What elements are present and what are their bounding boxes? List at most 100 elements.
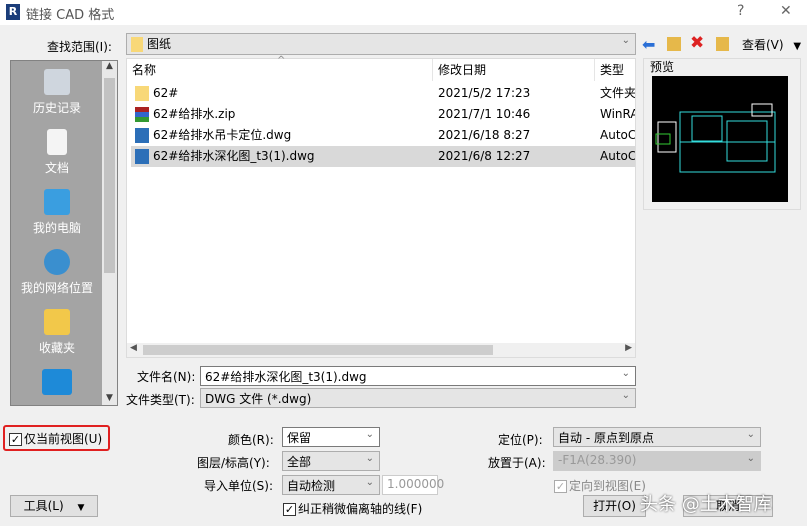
cad-drawing-thumbnail [655, 103, 776, 173]
preview-label: 预览 [650, 60, 675, 74]
window-title: 链接 CAD 格式 [26, 8, 115, 23]
sort-up-icon: ^ [277, 55, 286, 66]
file-name-text: 62#给排水.zip [153, 107, 236, 121]
scroll-down-icon[interactable]: ▼ [102, 393, 117, 403]
scroll-left-icon[interactable]: ◀ [130, 343, 137, 353]
layer-value: 全部 [287, 455, 312, 469]
caret-down-icon: ▼ [793, 41, 802, 52]
file-date: 2021/6/18 8:27 [438, 128, 531, 142]
sidebar-item-network[interactable]: 我的网络位置 [11, 249, 103, 296]
open-button[interactable]: 打开(O) [583, 495, 646, 517]
chevron-down-icon: ⌄ [621, 35, 630, 46]
sidebar-item-favorites[interactable]: 收藏夹 [11, 309, 103, 356]
file-date: 2021/7/1 10:46 [438, 107, 531, 121]
position-value: 自动 - 原点到原点 [558, 431, 654, 445]
position-dropdown[interactable]: 自动 - 原点到原点 ⌄ [553, 427, 761, 447]
chevron-down-icon[interactable]: ⌄ [622, 368, 630, 379]
filename-label: 文件名(N): [137, 370, 196, 384]
tools-button[interactable]: 工具(L) ▼ [10, 495, 98, 517]
file-type: AutoCAD [600, 128, 635, 142]
preview-image [652, 76, 788, 202]
filename-value: 62#给排水深化图_t3(1).dwg [205, 370, 367, 384]
up-folder-icon[interactable] [667, 37, 681, 51]
file-row[interactable]: 62#给排水深化图_t3(1).dwg 2021/6/8 12:27 AutoC… [131, 146, 635, 167]
file-type: AutoCAD [600, 149, 635, 163]
caret-down-icon: ▼ [77, 503, 85, 513]
close-button[interactable]: ✕ [780, 3, 792, 19]
chevron-down-icon: ⌄ [746, 453, 755, 464]
view-label: 查看(V) [742, 38, 784, 52]
sidebar-item-documents[interactable]: 文档 [11, 129, 103, 176]
checkbox-checked-icon: ✓ [9, 433, 22, 446]
sidebar-item-history[interactable]: 历史记录 [11, 69, 103, 116]
units-dropdown[interactable]: 自动检测 ⌄ [282, 475, 380, 495]
new-folder-icon[interactable] [716, 37, 729, 51]
watermark: 头条 @土木智库 [640, 494, 772, 515]
units-label: 导入单位(S): [204, 479, 274, 493]
horizontal-scrollbar[interactable]: ◀ ▶ [127, 343, 635, 357]
color-dropdown[interactable]: 保留 ⌄ [282, 427, 380, 447]
document-icon [47, 129, 67, 155]
delete-icon[interactable]: ✖ [690, 33, 704, 53]
file-name: 62#给排水深化图_t3(1).dwg [135, 146, 435, 167]
lookin-dropdown[interactable]: 图纸 ⌄ [126, 33, 636, 55]
file-row[interactable]: 62#给排水吊卡定位.dwg 2021/6/18 8:27 AutoCAD [131, 125, 635, 146]
folder-icon [135, 86, 149, 101]
chevron-down-icon: ⌄ [365, 477, 374, 488]
scroll-right-icon[interactable]: ▶ [625, 343, 632, 353]
correct-lines-label: 纠正稍微偏离轴的线(F) [298, 502, 423, 516]
place-label: 放置于(A): [488, 456, 546, 470]
current-view-checkbox[interactable]: ✓ 仅当前视图(U) [3, 425, 110, 451]
layer-label: 图层/标高(Y): [197, 456, 270, 470]
units-value: 自动检测 [287, 479, 336, 493]
file-date: 2021/5/2 17:23 [438, 86, 531, 100]
app-logo-icon: R [6, 4, 20, 20]
file-row[interactable]: 62#给排水.zip 2021/7/1 10:46 WinRAR [131, 104, 635, 125]
file-type: WinRAR [600, 107, 635, 121]
layer-dropdown[interactable]: 全部 ⌄ [282, 451, 380, 471]
folder-icon [131, 37, 143, 52]
sidebar-item-computer[interactable]: 我的电脑 [11, 189, 103, 236]
file-date: 2021/6/8 12:27 [438, 149, 531, 163]
lookin-value: 图纸 [147, 37, 172, 51]
file-list: 名称 ^ 修改日期 类型 62# 2021/5/2 17:23 文件夹 62#给排… [126, 55, 637, 358]
hscroll-thumb[interactable] [143, 345, 493, 355]
sidebar-label: 文档 [44, 161, 69, 175]
file-row[interactable]: 62# 2021/5/2 17:23 文件夹 [131, 83, 635, 104]
place-dropdown[interactable]: -F1A(28.390) ⌄ [553, 451, 761, 471]
checkbox-checked-icon: ✓ [554, 480, 567, 493]
column-type[interactable]: 类型 [595, 59, 637, 81]
title-bar: R 链接 CAD 格式 ? ✕ [0, 0, 807, 25]
scroll-thumb[interactable] [104, 78, 115, 273]
units-factor-input[interactable]: 1.000000 [382, 475, 444, 495]
file-name: 62# [135, 83, 435, 104]
filetype-dropdown[interactable]: DWG 文件 (*.dwg) ⌄ [200, 388, 636, 408]
places-sidebar: 历史记录 文档 我的电脑 我的网络位置 收藏夹 ▲ ▼ [10, 60, 118, 406]
network-icon [44, 249, 70, 275]
checkbox-checked-icon: ✓ [283, 503, 296, 516]
favorites-icon [44, 309, 70, 335]
file-name-text: 62# [153, 86, 179, 100]
column-date[interactable]: 修改日期 [433, 59, 595, 81]
view-menu[interactable]: 查看(V) ▼ [742, 36, 801, 53]
sidebar-item-desktop[interactable] [11, 369, 103, 399]
chevron-down-icon: ⌄ [365, 429, 374, 440]
filename-input[interactable]: 62#给排水深化图_t3(1).dwg ⌄ [200, 366, 636, 386]
filetype-label: 文件类型(T): [126, 393, 195, 407]
current-view-label: 仅当前视图(U) [24, 432, 103, 446]
orient-checkbox[interactable]: ✓ 定向到视图(E) [554, 477, 646, 494]
preview-panel: 预览 [643, 58, 801, 210]
chevron-down-icon: ⌄ [365, 453, 374, 464]
correct-lines-checkbox[interactable]: ✓ 纠正稍微偏离轴的线(F) [283, 500, 422, 517]
orient-label: 定向到视图(E) [569, 479, 646, 493]
chevron-down-icon: ⌄ [621, 390, 630, 401]
zip-icon [135, 107, 149, 122]
file-name: 62#给排水.zip [135, 104, 435, 125]
filetype-value: DWG 文件 (*.dwg) [205, 392, 312, 406]
help-button[interactable]: ? [737, 3, 744, 19]
sidebar-label: 我的网络位置 [20, 281, 93, 295]
scroll-up-icon[interactable]: ▲ [102, 61, 117, 71]
file-name-text: 62#给排水深化图_t3(1).dwg [153, 149, 315, 163]
sidebar-scrollbar[interactable]: ▲ ▼ [102, 61, 117, 405]
back-icon[interactable]: ⬅ [642, 35, 655, 54]
